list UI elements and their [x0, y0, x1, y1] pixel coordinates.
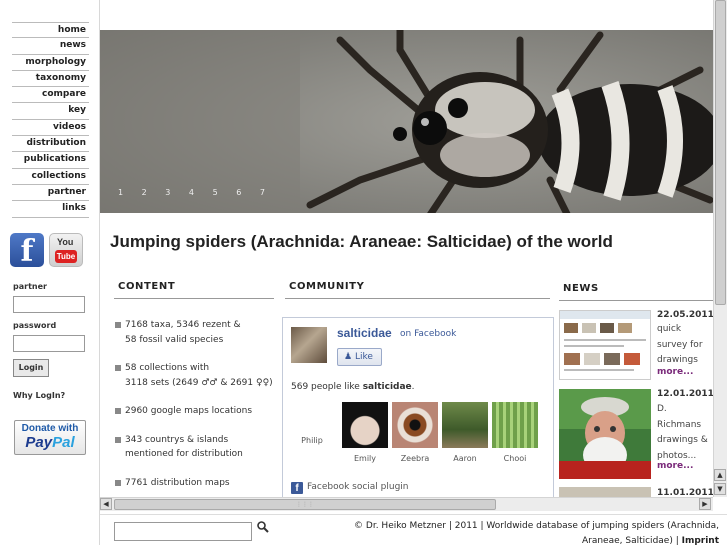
- main-nav: home news morphology taxonomy compare ke…: [12, 22, 89, 218]
- scroll-left-arrow-icon[interactable]: ◀: [100, 498, 112, 510]
- footer-copyright: © Dr. Heiko Metzner | 2011 | Worldwide d…: [354, 521, 719, 545]
- facebook-page-name-link[interactable]: salticidae: [337, 326, 392, 340]
- news-more-link[interactable]: more...: [657, 461, 693, 471]
- nav-item-distribution[interactable]: distribution: [12, 136, 89, 153]
- facebook-icon[interactable]: f: [10, 233, 44, 269]
- youtube-you-text: You: [57, 237, 74, 247]
- nav-item-news[interactable]: news: [12, 38, 89, 55]
- community-heading: COMMUNITY: [285, 281, 550, 299]
- login-button[interactable]: Login: [13, 359, 49, 377]
- nav-item-home[interactable]: home: [12, 22, 89, 39]
- fan-photo: [392, 402, 438, 448]
- search-icon[interactable]: [256, 520, 270, 534]
- news-heading: NEWS: [559, 283, 713, 301]
- news-item[interactable]: 22.05.2011 quick survey for drawings mor…: [559, 310, 714, 384]
- content-stats-list: 7168 taxa, 5346 rezent & 58 fossil valid …: [115, 318, 280, 504]
- main-frame: 1 2 3 4 5 6 7 Jumping spiders (Arachnida…: [100, 0, 727, 515]
- scroll-up-arrow-icon[interactable]: ▲: [714, 469, 726, 481]
- nav-item-links[interactable]: links: [12, 201, 89, 218]
- password-input[interactable]: [13, 335, 85, 352]
- news-thumbnail: [559, 310, 651, 380]
- youtube-icon[interactable]: You Tube: [49, 233, 83, 267]
- password-label: password: [13, 321, 57, 330]
- jumping-spider-photo: [100, 30, 713, 213]
- partner-label: partner: [13, 282, 47, 291]
- scroll-down-arrow-icon[interactable]: ▼: [714, 483, 726, 495]
- donate-label: Donate with: [21, 423, 79, 434]
- news-text: quick survey for drawings: [657, 324, 703, 365]
- news-date: 22.05.2011: [657, 310, 714, 320]
- facebook-fan[interactable]: Emily: [342, 402, 388, 463]
- youtube-tube-text: Tube: [55, 250, 77, 263]
- horizontal-scroll-thumb[interactable]: ⋮⋮⋮: [114, 499, 496, 510]
- page-title: Jumping spiders (Arachnida: Araneae: Sal…: [110, 232, 613, 251]
- news-item[interactable]: 12.01.2011 D. Richmans drawings & photos…: [559, 389, 714, 481]
- news-text: D. Richmans drawings & photos...: [657, 404, 708, 461]
- why-login-link[interactable]: Why LogIn?: [13, 391, 65, 400]
- slide-6-link[interactable]: 6: [236, 188, 242, 197]
- imprint-link[interactable]: Imprint: [682, 536, 719, 545]
- on-facebook-link[interactable]: on Facebook: [400, 329, 456, 339]
- facebook-fan[interactable]: Philip: [289, 402, 335, 445]
- news-more-link[interactable]: more...: [657, 367, 693, 377]
- facebook-fan[interactable]: Aaron: [442, 402, 488, 463]
- page: home news morphology taxonomy compare ke…: [0, 0, 727, 545]
- list-item: 7168 taxa, 5346 rezent & 58 fossil valid …: [115, 318, 280, 347]
- slide-3-link[interactable]: 3: [165, 188, 171, 197]
- slide-1-link[interactable]: 1: [118, 188, 124, 197]
- nav-item-key[interactable]: key: [12, 103, 89, 120]
- sidebar: home news morphology taxonomy compare ke…: [0, 0, 100, 545]
- news-thumbnail: [559, 389, 651, 479]
- content-heading: CONTENT: [114, 281, 274, 299]
- list-item: 7761 distribution maps: [115, 476, 280, 491]
- nav-item-compare[interactable]: compare: [12, 87, 89, 104]
- list-item: 343 countrys & islands mentioned for dist…: [115, 433, 280, 462]
- facebook-page-avatar[interactable]: [291, 327, 327, 363]
- facebook-fan[interactable]: Chooi: [492, 402, 538, 463]
- scroll-right-arrow-icon[interactable]: ▶: [699, 498, 711, 510]
- list-item: 2960 google maps locations: [115, 404, 280, 419]
- nav-item-morphology[interactable]: morphology: [12, 55, 89, 71]
- like-button[interactable]: ♟ Like: [337, 348, 382, 366]
- facebook-small-icon: f: [291, 482, 303, 494]
- list-item: 58 collections with 3118 sets (2649 ♂♂ & …: [115, 361, 280, 390]
- nav-item-partner[interactable]: partner: [12, 185, 89, 202]
- horizontal-scrollbar[interactable]: ◀ ⋮⋮⋮ ▶: [100, 497, 713, 511]
- fan-photo: [342, 402, 388, 448]
- nav-item-publications[interactable]: publications: [12, 152, 89, 169]
- slide-4-link[interactable]: 4: [189, 188, 195, 197]
- footer: © Dr. Heiko Metzner | 2011 | Worldwide d…: [100, 514, 727, 545]
- nav-item-videos[interactable]: videos: [12, 120, 89, 137]
- fan-photo: [492, 402, 538, 448]
- like-count-text: 569 people like salticidae.: [291, 382, 415, 392]
- slide-2-link[interactable]: 2: [142, 188, 148, 197]
- facebook-social-plugin-link[interactable]: f Facebook social plugin: [291, 482, 409, 494]
- partner-input[interactable]: [13, 296, 85, 313]
- search-input[interactable]: [114, 522, 252, 541]
- nav-item-collections[interactable]: collections: [12, 169, 89, 185]
- facebook-like-box: salticidae on Facebook ♟ Like 569 people…: [282, 317, 554, 502]
- paypal-logo: PayPal: [25, 434, 75, 451]
- facebook-fan[interactable]: Zeebra: [392, 402, 438, 463]
- slide-5-link[interactable]: 5: [213, 188, 219, 197]
- vertical-scrollbar[interactable]: ▲ ▼: [713, 0, 727, 497]
- nav-item-taxonomy[interactable]: taxonomy: [12, 71, 89, 88]
- thumbs-up-icon: ♟: [344, 352, 355, 362]
- fan-photo: [442, 402, 488, 448]
- paypal-donate-button[interactable]: Donate with PayPal: [14, 420, 86, 455]
- banner-slide-selector: 1 2 3 4 5 6 7: [118, 188, 274, 197]
- header-banner-image: 1 2 3 4 5 6 7: [100, 30, 713, 213]
- news-date: 12.01.2011: [657, 389, 714, 399]
- vertical-scroll-thumb[interactable]: [715, 0, 726, 305]
- slide-7-link[interactable]: 7: [260, 188, 266, 197]
